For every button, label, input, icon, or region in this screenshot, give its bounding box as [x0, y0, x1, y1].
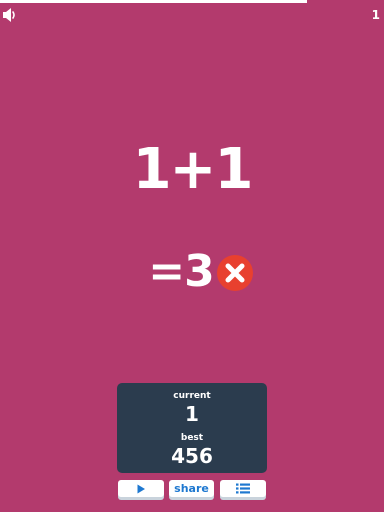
game-screen: 1 1+1 =3 current 1 best 456 share	[0, 0, 384, 512]
current-score-value: 1	[185, 402, 199, 426]
best-score-label: best	[180, 433, 204, 443]
score-panel: current 1 best 456	[117, 383, 267, 473]
x-circle-icon	[216, 255, 253, 291]
proposed-answer: =3	[148, 246, 214, 297]
answer-row: =3	[0, 244, 384, 300]
share-button-label: share	[174, 482, 209, 495]
timer-bar-fill	[0, 0, 308, 3]
speaker-icon	[3, 8, 15, 22]
list-icon	[236, 483, 250, 494]
level-counter: 1	[371, 8, 380, 22]
play-icon	[137, 484, 145, 493]
share-button[interactable]: share	[169, 480, 214, 497]
sound-toggle-button[interactable]	[2, 7, 20, 23]
math-question: 1+1	[132, 137, 254, 202]
current-score-label: current	[173, 391, 211, 401]
timer-bar	[0, 0, 384, 3]
play-button[interactable]	[118, 480, 164, 497]
best-score-value: 456	[171, 444, 213, 468]
leaderboard-button[interactable]	[220, 480, 266, 497]
